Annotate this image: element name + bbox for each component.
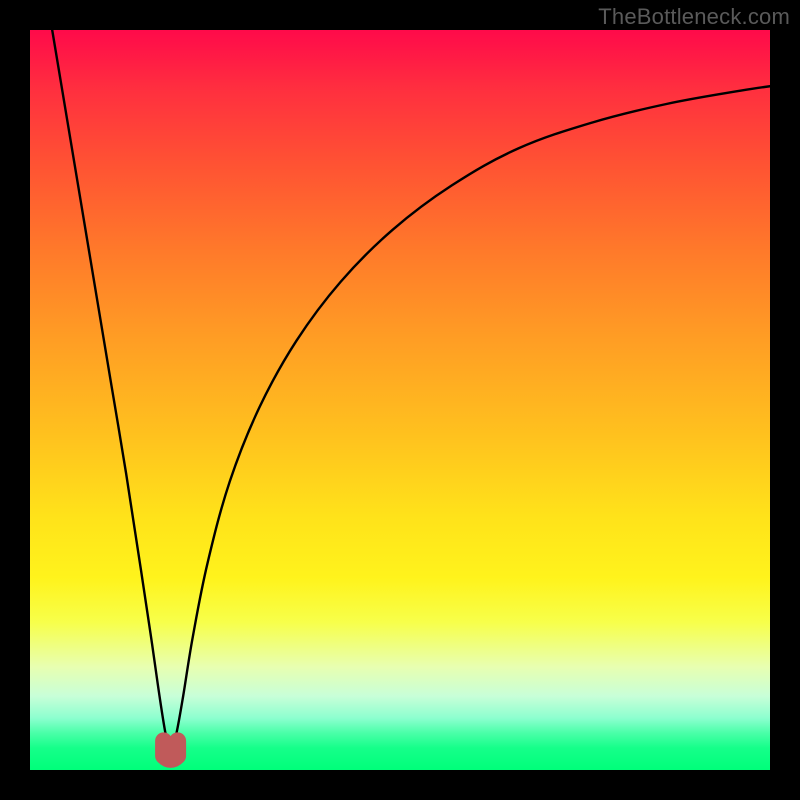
plot-area [30,30,770,770]
watermark-text: TheBottleneck.com [598,4,790,30]
min-marker-icon [30,30,770,770]
chart-frame: TheBottleneck.com [0,0,800,800]
